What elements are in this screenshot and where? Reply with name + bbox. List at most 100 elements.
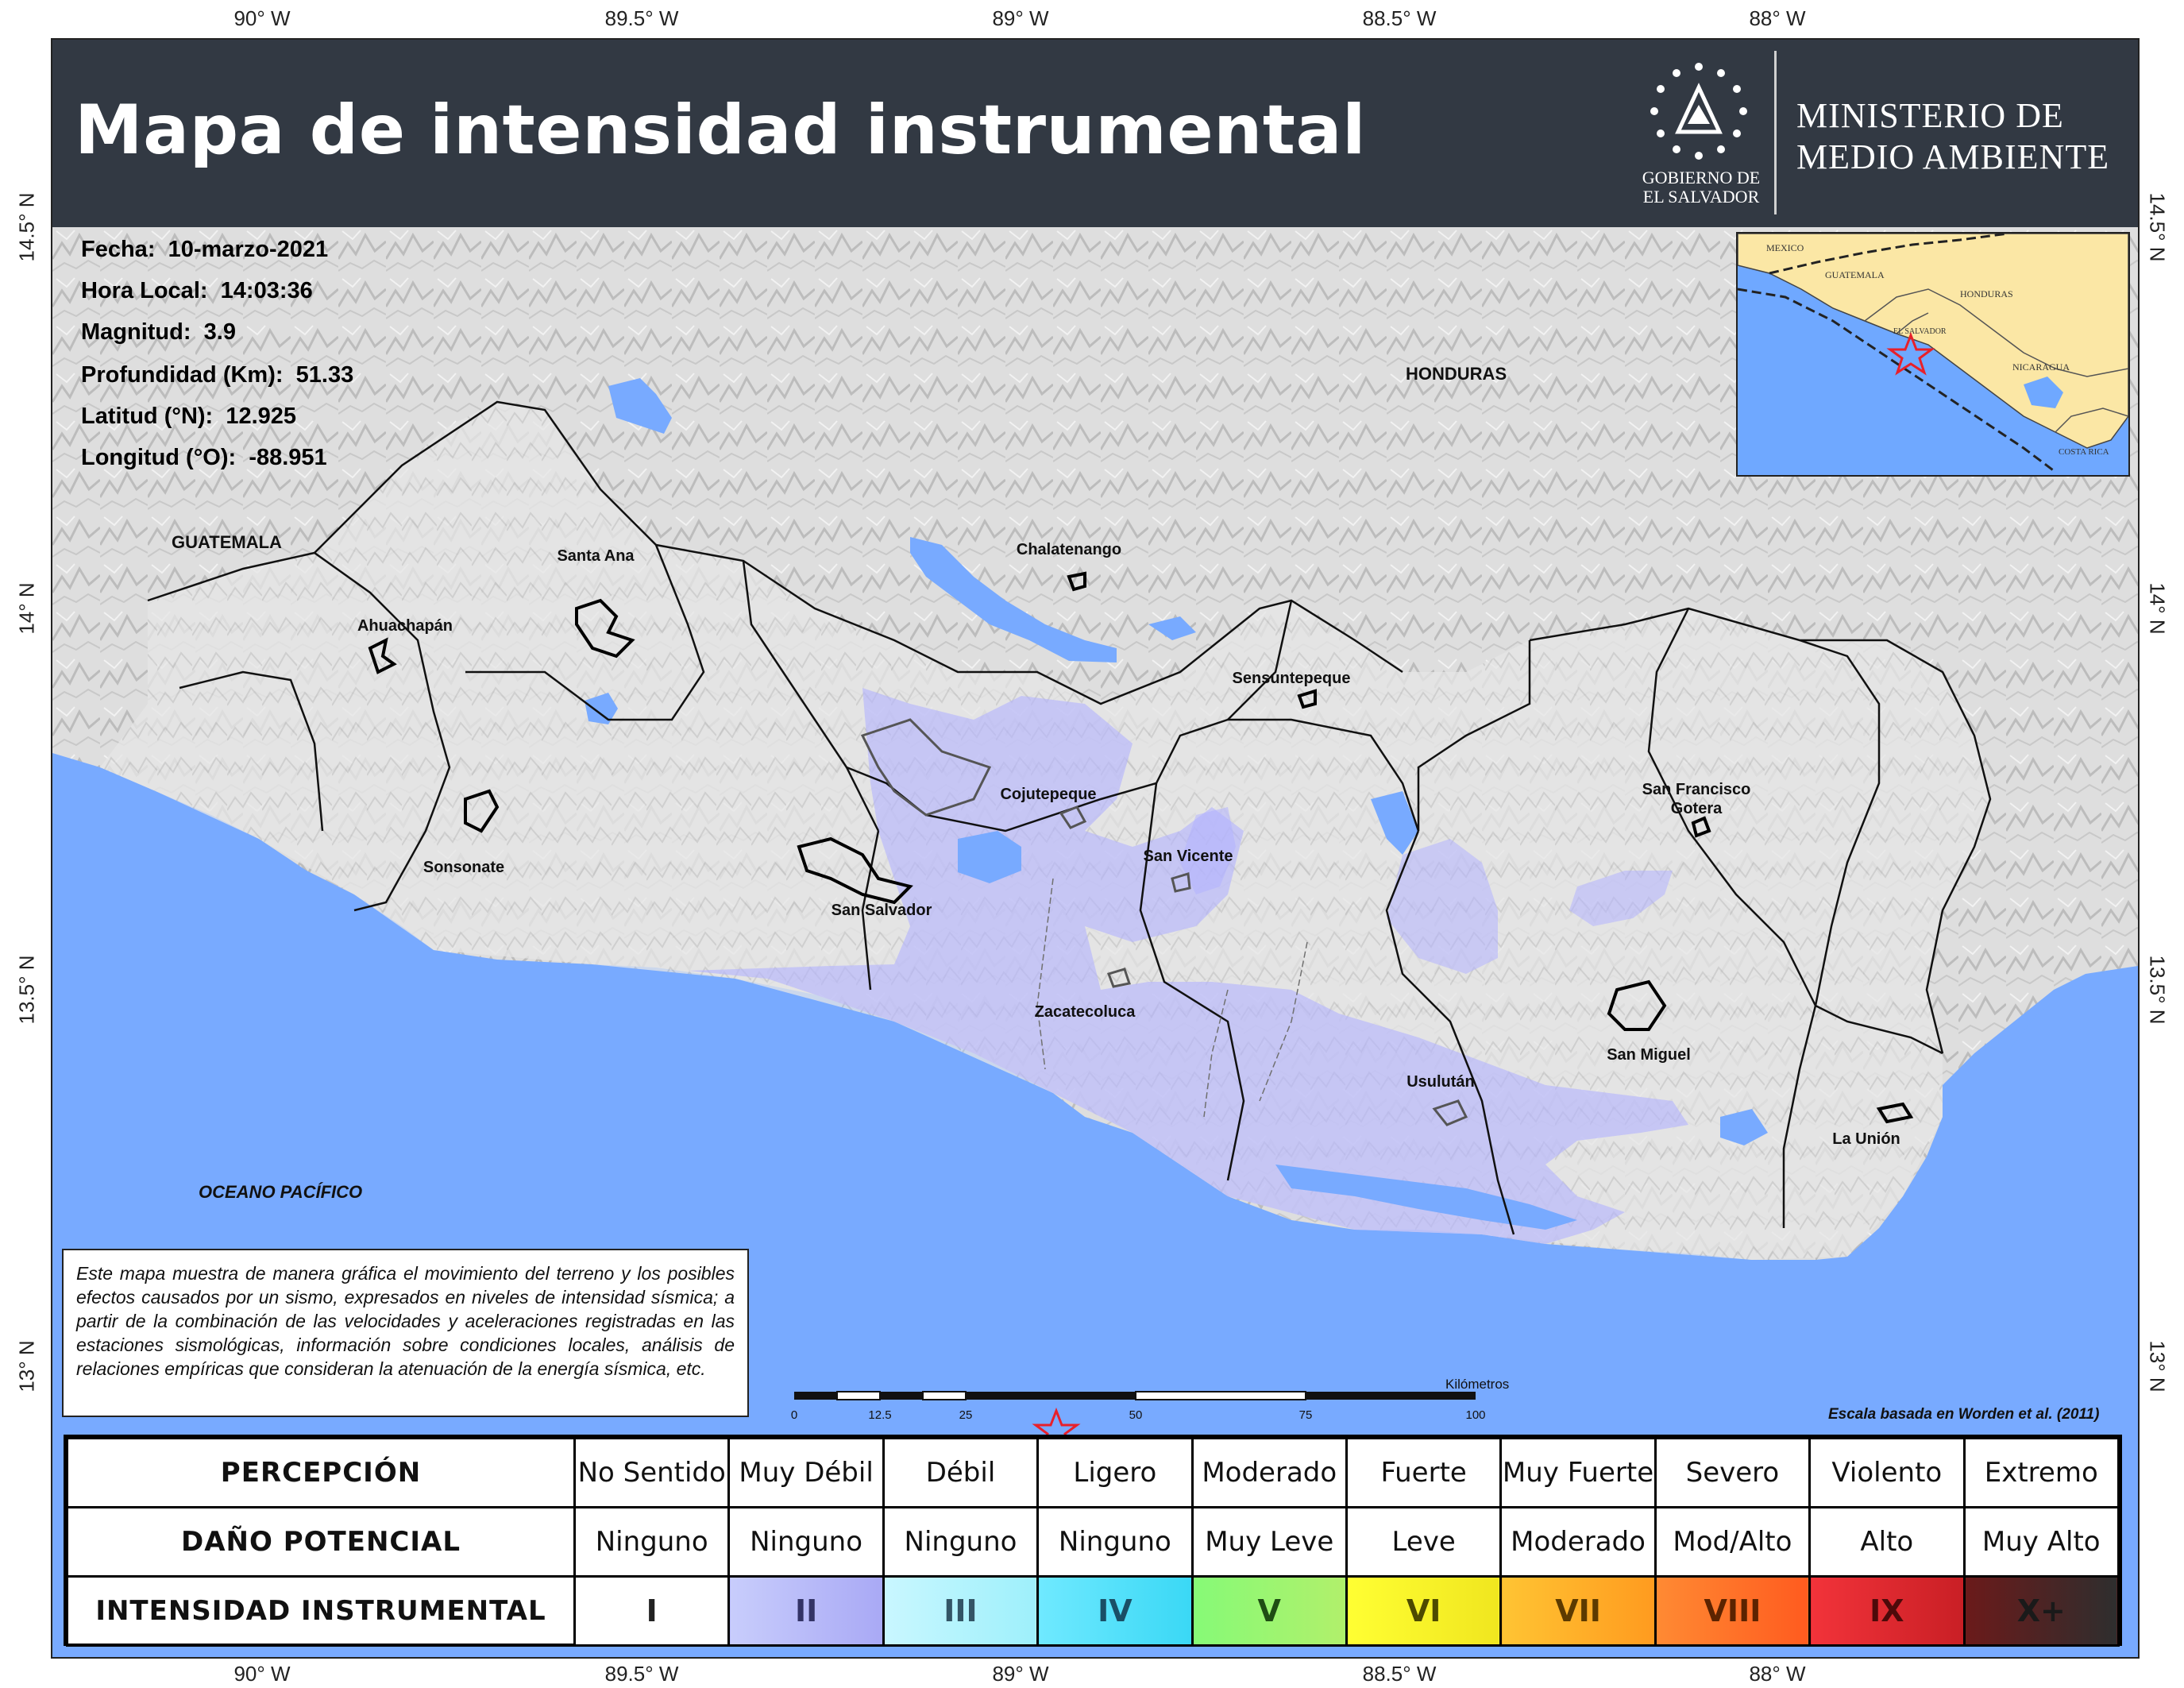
country-label-guatemala: GUATEMALA bbox=[172, 532, 282, 552]
legend-cell-intensity: III bbox=[882, 1575, 1040, 1647]
lat-label-right: 14.5° N bbox=[2145, 192, 2170, 262]
info-value: 10-marzo-2021 bbox=[168, 237, 329, 262]
legend-cell-damage: Ninguno bbox=[1036, 1506, 1194, 1578]
scale-segment bbox=[966, 1392, 1136, 1400]
legend-cell-intensity: VIII bbox=[1653, 1575, 1812, 1647]
ministry-label: MINISTERIO DE MEDIO AMBIENTE bbox=[1796, 95, 2109, 178]
info-value: 12.925 bbox=[226, 404, 297, 429]
place-san-miguel: San Miguel bbox=[1607, 1046, 1691, 1064]
inset-label-honduras: HONDURAS bbox=[1960, 288, 2013, 299]
header-divider bbox=[1774, 51, 1777, 214]
scale-segment bbox=[922, 1391, 967, 1400]
legend-row-intensity: INTENSIDAD INSTRUMENTAL I II III IV V VI… bbox=[66, 1575, 2120, 1647]
legend-cell-perception: Muy Débil bbox=[727, 1437, 885, 1508]
legend-cell-intensity: IX bbox=[1808, 1575, 1966, 1647]
lat-label-left: 14° N bbox=[14, 582, 39, 635]
government-line: GOBIERNO DE bbox=[1642, 168, 1761, 187]
source-credit: Escala basada en Worden et al. (2011) bbox=[1828, 1406, 2100, 1423]
legend-cell-intensity: V bbox=[1190, 1575, 1348, 1647]
lon-label-top: 88° W bbox=[1749, 6, 1806, 30]
lat-label-right: 13.5° N bbox=[2145, 955, 2170, 1025]
explanatory-note: Este mapa muestra de manera gráfica el m… bbox=[62, 1249, 749, 1417]
el-salvador-seal-icon bbox=[1650, 63, 1747, 160]
legend-cell-perception: Débil bbox=[882, 1437, 1040, 1508]
legend-cell-damage: Ninguno bbox=[882, 1506, 1040, 1578]
scale-tick: 50 bbox=[1129, 1408, 1143, 1422]
legend-cell-damage: Leve bbox=[1345, 1506, 1503, 1578]
legend-cell-intensity: X+ bbox=[1962, 1575, 2120, 1647]
legend-cell-damage: Ninguno bbox=[573, 1506, 731, 1578]
place-chalatenango: Chalatenango bbox=[1016, 541, 1122, 558]
legend-cell-damage: Mod/Alto bbox=[1653, 1506, 1812, 1578]
info-fecha: Fecha: 10-marzo-2021 bbox=[81, 237, 328, 263]
inset-map-canvas: MEXICO GUATEMALA HONDURAS EL SALVADOR NI… bbox=[1738, 234, 2128, 473]
legend-cell-damage: Alto bbox=[1808, 1506, 1966, 1578]
legend-cell-perception: Moderado bbox=[1190, 1437, 1348, 1508]
info-latitud: Latitud (°N): 12.925 bbox=[81, 404, 296, 430]
scale-segment bbox=[836, 1391, 881, 1400]
scale-tick: 100 bbox=[1465, 1408, 1485, 1422]
government-line: EL SALVADOR bbox=[1642, 187, 1760, 207]
legend-cell-perception: Extremo bbox=[1962, 1437, 2120, 1508]
legend-cell-perception: Muy Fuerte bbox=[1499, 1437, 1657, 1508]
inset-label-guatemala: GUATEMALA bbox=[1825, 269, 1885, 280]
place-line: Gotera bbox=[1670, 800, 1723, 817]
legend-cell-damage: Muy Leve bbox=[1190, 1506, 1348, 1578]
place-cojutepeque: Cojutepeque bbox=[1000, 786, 1097, 803]
place-zacatecoluca: Zacatecoluca bbox=[1034, 1003, 1136, 1021]
lon-label-top: 89° W bbox=[992, 6, 1049, 30]
legend-row-header: DAÑO POTENCIAL bbox=[66, 1506, 576, 1578]
scale-tick: 25 bbox=[959, 1408, 973, 1422]
info-hora: Hora Local: 14:03:36 bbox=[81, 278, 313, 304]
inset-label-mexico: MEXICO bbox=[1766, 242, 1804, 253]
inset-land bbox=[1738, 234, 2128, 449]
legend-cell-damage: Ninguno bbox=[727, 1506, 885, 1578]
map-title: Mapa de intensidad instrumental bbox=[75, 91, 1367, 170]
legend-cell-perception: Ligero bbox=[1036, 1437, 1194, 1508]
lon-label-bottom: 89° W bbox=[992, 1662, 1049, 1686]
legend-row-damage: DAÑO POTENCIAL Ninguno Ninguno Ninguno N… bbox=[66, 1506, 2120, 1578]
legend-cell-perception: Severo bbox=[1653, 1437, 1812, 1508]
ministry-line: MINISTERIO DE bbox=[1796, 96, 2064, 135]
government-label: GOBIERNO DE EL SALVADOR bbox=[1630, 168, 1773, 207]
info-magnitud: Magnitud: 3.9 bbox=[81, 319, 236, 346]
place-usulutan: Usulután bbox=[1406, 1073, 1475, 1091]
info-label: Fecha: bbox=[81, 237, 156, 262]
place-sonsonate: Sonsonate bbox=[423, 859, 505, 876]
place-san-francisco-gotera: San Francisco Gotera bbox=[1642, 780, 1751, 818]
info-longitud: Longitud (°O): -88.951 bbox=[81, 445, 327, 471]
inset-label-el-salvador: EL SALVADOR bbox=[1893, 327, 1947, 336]
place-line: San Francisco bbox=[1642, 781, 1751, 798]
legend-cell-damage: Moderado bbox=[1499, 1506, 1657, 1578]
legend-cell-perception: No Sentido bbox=[573, 1437, 731, 1508]
ocean-label: OCEANO PACÍFICO bbox=[199, 1182, 363, 1202]
lat-label-right: 14° N bbox=[2145, 582, 2170, 635]
info-value: 51.33 bbox=[295, 362, 354, 388]
info-value: -88.951 bbox=[249, 445, 327, 470]
intensity-legend: PERCEPCIÓN No Sentido Muy Débil Débil Li… bbox=[64, 1435, 2122, 1647]
lon-label-bottom: 89.5° W bbox=[604, 1662, 679, 1686]
scale-tick: 12.5 bbox=[868, 1408, 891, 1422]
lon-label-top: 90° W bbox=[233, 6, 291, 30]
scale-segment bbox=[794, 1392, 837, 1400]
lat-label-right: 13° N bbox=[2145, 1340, 2170, 1393]
legend-cell-intensity: II bbox=[727, 1575, 885, 1647]
legend-cell-intensity: IV bbox=[1036, 1575, 1194, 1647]
legend-cell-intensity: VII bbox=[1499, 1575, 1657, 1647]
place-la-union: La Unión bbox=[1832, 1130, 1900, 1148]
inset-map[interactable]: MEXICO GUATEMALA HONDURAS EL SALVADOR NI… bbox=[1736, 232, 2130, 477]
inset-label-costa-rica: COSTA RICA bbox=[2059, 447, 2109, 457]
info-value: 3.9 bbox=[203, 319, 236, 345]
info-label: Magnitud: bbox=[81, 319, 191, 345]
lat-label-left: 13.5° N bbox=[14, 955, 39, 1025]
info-label: Profundidad (Km): bbox=[81, 362, 284, 388]
place-san-vicente: San Vicente bbox=[1143, 848, 1233, 865]
place-ahuachapan: Ahuachapán bbox=[357, 617, 453, 635]
lat-label-left: 13° N bbox=[14, 1340, 39, 1393]
legend-cell-perception: Fuerte bbox=[1345, 1437, 1503, 1508]
scale-bar: Kilómetros 0 12.5 25 50 75 100 bbox=[791, 1377, 1509, 1446]
info-label: Latitud (°N): bbox=[81, 404, 214, 429]
legend-cell-perception: Violento bbox=[1808, 1437, 1966, 1508]
place-sensuntepeque: Sensuntepeque bbox=[1232, 670, 1351, 687]
lon-label-top: 89.5° W bbox=[604, 6, 679, 30]
